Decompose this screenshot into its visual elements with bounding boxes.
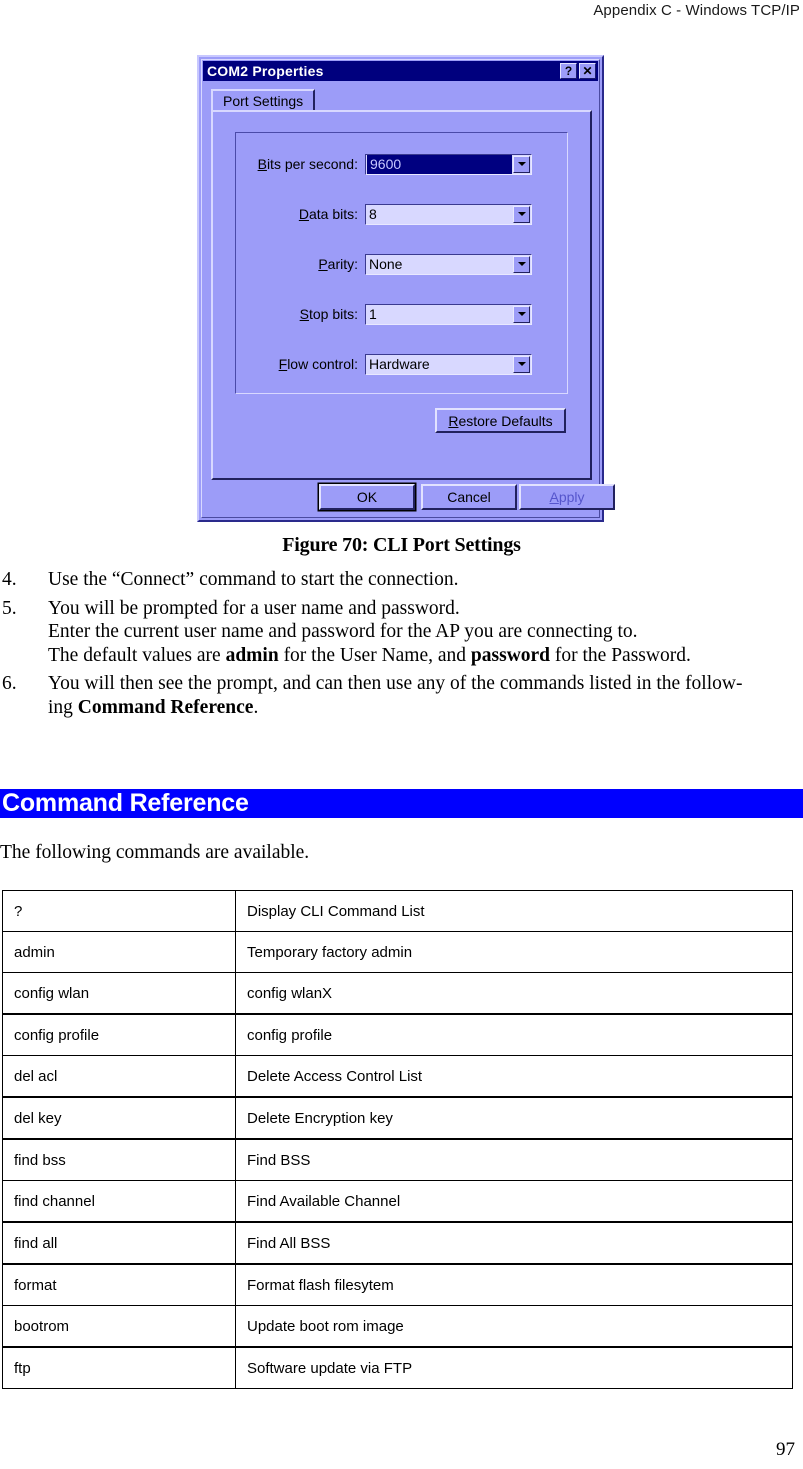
dialog-titlebar: COM2 Properties ? ✕ [203,61,598,81]
chevron-down-icon[interactable] [513,255,530,273]
parity-select[interactable]: None [365,253,532,275]
step-number: 4. [2,569,17,590]
cell-description: Find All BSS [235,1221,793,1265]
cell-command: format [2,1263,236,1306]
cell-description: config profile [235,1013,793,1056]
field-flow-control: Flow control: Hardware [213,353,590,375]
step-line: You will then see the prompt, and can th… [48,673,743,694]
cell-description: Find BSS [235,1138,793,1181]
cell-description: Delete Access Control List [235,1055,793,1098]
flow-control-select[interactable]: Hardware [365,353,532,375]
cancel-button[interactable]: Cancel [421,484,517,510]
flow-control-value: Hardware [369,356,430,372]
cell-description: config wlanX [235,972,793,1015]
tab-page-port-settings: Bits per second: 9600 Data bits: 8 Parit… [211,110,592,480]
cell-description: Update boot rom image [235,1305,793,1348]
step-line: The default values are admin for the Use… [48,644,691,666]
table-row: admin Temporary factory admin [2,931,793,973]
step-number: 5. [2,597,17,619]
chevron-down-icon[interactable] [513,155,530,173]
field-data-bits: Data bits: 8 [213,203,590,225]
table-row: find all Find All BSS [2,1221,793,1265]
cell-description: Format flash filesytem [235,1263,793,1306]
list-item: 4. Use the “Connect” command to start th… [0,568,803,592]
step-line: You will be prompted for a user name and… [48,597,460,619]
stop-bits-select[interactable]: 1 [365,303,532,325]
section-intro-text: The following commands are available. [0,842,310,863]
step-line: Use the “Connect” command to start the c… [48,569,459,590]
table-row: bootrom Update boot rom image [2,1305,793,1348]
table-row: find bss Find BSS [2,1138,793,1181]
cell-command: del acl [2,1055,236,1098]
table-row: config wlan config wlanX [2,972,793,1015]
tab-strip: Port Settings [211,89,592,111]
field-bits-per-second: Bits per second: 9600 [213,153,590,175]
step-body: Use the “Connect” command to start the c… [48,568,803,592]
field-label-parity: Parity: [318,256,358,272]
step-body: You will then see the prompt, and can th… [48,672,803,719]
restore-defaults-button[interactable]: Restore Defaults [435,408,566,433]
list-item: 5. You will be prompted for a user name … [0,597,803,668]
cell-command: find channel [2,1180,236,1223]
table-row: del acl Delete Access Control List [2,1055,793,1098]
chevron-down-icon[interactable] [513,305,530,323]
step-body: You will be prompted for a user name and… [48,597,803,668]
table-row: find channel Find Available Channel [2,1180,793,1223]
dialog-title: COM2 Properties [207,63,324,79]
cell-command: find all [2,1221,236,1265]
apply-button[interactable]: Apply [519,484,615,510]
cell-description: Software update via FTP [235,1346,793,1389]
cell-command: bootrom [2,1305,236,1348]
chevron-down-icon[interactable] [513,355,530,373]
bits-per-second-value: 9600 [367,154,512,174]
field-stop-bits: Stop bits: 1 [213,303,590,325]
table-row: config profile config profile [2,1013,793,1056]
cell-description: Find Available Channel [235,1180,793,1223]
table-row: ftp Software update via FTP [2,1346,793,1389]
table-row: ? Display CLI Command List [2,890,793,932]
tab-port-settings[interactable]: Port Settings [211,89,316,111]
bits-per-second-select[interactable]: 9600 [365,153,532,175]
cell-command: ? [2,890,236,932]
running-header: Appendix C - Windows TCP/IP [593,2,800,19]
cell-command: ftp [2,1346,236,1389]
cell-command: del key [2,1096,236,1140]
cell-description: Delete Encryption key [235,1096,793,1140]
data-bits-value: 8 [369,206,377,222]
command-table-body: ? Display CLI Command List admin Temporary… [2,890,793,1389]
cell-description: Display CLI Command List [235,890,793,932]
table-row: format Format flash filesytem [2,1263,793,1306]
field-label-flow-control: Flow control: [278,356,358,372]
page-number: 97 [776,1439,795,1460]
data-bits-select[interactable]: 8 [365,203,532,225]
dialog-action-bar: OK Cancel Apply [213,484,615,510]
section-heading-command-reference: Command Reference [0,789,803,818]
cell-command: config wlan [2,972,236,1015]
cell-description: Temporary factory admin [235,931,793,973]
list-item: 6. You will then see the prompt, and can… [0,672,803,719]
cell-command: config profile [2,1013,236,1056]
figure-caption: Figure 70: CLI Port Settings [282,534,521,556]
cell-command: find bss [2,1138,236,1181]
field-label-data-bits: Data bits: [298,206,358,222]
parity-value: None [369,256,403,272]
field-parity: Parity: None [213,253,590,275]
numbered-step-list: 4. Use the “Connect” command to start th… [0,568,803,724]
step-line: Enter the current user name and password… [48,621,638,642]
table-row: del key Delete Encryption key [2,1096,793,1140]
help-icon[interactable]: ? [560,63,577,79]
field-label-stop-bits: Stop bits: [299,306,358,322]
chevron-down-icon[interactable] [513,205,530,223]
command-reference-table: ? Display CLI Command List admin Temporary… [2,890,793,1389]
field-label-bits-per-second: Bits per second: [257,156,358,172]
step-number: 6. [2,673,17,694]
close-icon[interactable]: ✕ [579,63,596,79]
step-line: ing Command Reference. [48,696,259,718]
cell-command: admin [2,931,236,973]
stop-bits-value: 1 [369,306,377,322]
com2-properties-dialog: COM2 Properties ? ✕ Port Settings Bits p… [197,55,615,522]
ok-button[interactable]: OK [319,484,415,510]
